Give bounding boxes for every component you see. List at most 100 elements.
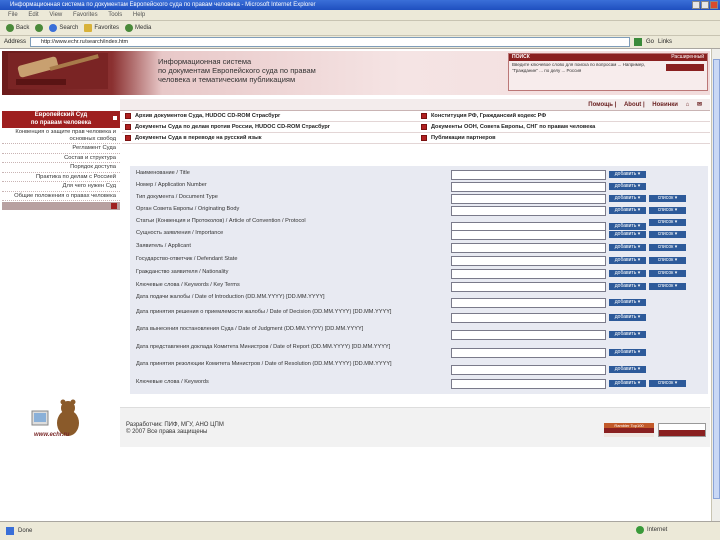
list-button[interactable]: список ▾ [649, 257, 686, 264]
check-russia-cases[interactable]: Документы Суда по делам против России, H… [122, 122, 418, 133]
sidebar-item-practice[interactable]: Практика по делам с Россией [2, 173, 120, 182]
form-field-input[interactable] [451, 313, 606, 323]
go-label[interactable]: Go [646, 39, 654, 45]
add-button[interactable]: добавить ▾ [609, 257, 646, 264]
checkbox-icon[interactable] [125, 124, 131, 130]
add-button[interactable]: добавить ▾ [609, 223, 646, 230]
add-button[interactable]: добавить ▾ [609, 171, 646, 178]
add-button[interactable]: добавить ▾ [609, 244, 646, 251]
media-toolbar-button[interactable]: Media [125, 24, 151, 32]
page-viewport: Информационная система по документам Евр… [0, 49, 711, 521]
menu-view[interactable]: View [49, 12, 62, 18]
form-field-input[interactable] [451, 256, 606, 266]
sidebar-toggle-icon[interactable] [112, 115, 118, 121]
add-button[interactable]: добавить ▾ [609, 183, 646, 190]
gavel-icon [8, 53, 108, 89]
sidebar-header[interactable]: Европейский Суд по правам человека [2, 111, 120, 128]
form-field-input[interactable] [451, 365, 606, 375]
add-button[interactable]: добавить ▾ [609, 299, 646, 306]
check-constitution[interactable]: Конституция РФ, Гражданский кодекс РФ [418, 111, 710, 122]
sidebar-item-purpose[interactable]: Для чего нужен Суд [2, 182, 120, 192]
mail-icon[interactable]: ✉ [697, 102, 702, 108]
list-button[interactable]: список ▾ [649, 380, 686, 387]
form-field-input[interactable] [451, 194, 606, 204]
back-button[interactable]: Back [6, 24, 29, 32]
form-field-input[interactable] [451, 282, 606, 292]
search-toolbar-button[interactable]: Search [49, 24, 78, 32]
nav-help[interactable]: Помощь [588, 102, 613, 108]
menu-tools[interactable]: Tools [108, 12, 122, 18]
favorites-toolbar-button[interactable]: Favorites [84, 24, 119, 32]
add-button[interactable]: добавить ▾ [609, 231, 646, 238]
form-field-input[interactable] [451, 269, 606, 279]
check-hudoc-archive[interactable]: Архив документов Суда, HUDOC CD-ROM Стра… [122, 111, 418, 122]
counter-badge[interactable] [658, 423, 706, 437]
rambler-counter[interactable]: Rambler Top100 [604, 423, 654, 437]
list-button[interactable]: список ▾ [649, 219, 686, 226]
form-field-input[interactable] [451, 182, 606, 192]
checkbox-icon[interactable] [125, 113, 131, 119]
form-field-label: Орган Совета Европы / Originating Body [136, 206, 240, 212]
add-button[interactable]: добавить ▾ [609, 380, 646, 387]
list-button[interactable]: список ▾ [649, 283, 686, 290]
checkbox-icon[interactable] [125, 135, 131, 141]
form-field-input[interactable] [451, 170, 606, 180]
form-field-input[interactable] [451, 243, 606, 253]
add-button[interactable]: добавить ▾ [609, 207, 646, 214]
add-button[interactable]: добавить ▾ [609, 314, 646, 321]
form-field-label: Тип документа / Document Type [136, 194, 218, 200]
list-button[interactable]: список ▾ [649, 207, 686, 214]
check-partner-publications[interactable]: Публикации партнеров [418, 133, 710, 144]
home-icon[interactable]: ⌂ [686, 102, 690, 108]
scrollbar-thumb[interactable] [713, 59, 720, 499]
list-button[interactable]: список ▾ [649, 195, 686, 202]
form-field-input[interactable] [451, 230, 606, 240]
list-button[interactable]: список ▾ [649, 244, 686, 251]
sidebar-item-access[interactable]: Порядок доступа [2, 163, 120, 173]
form-field-label: Государство-ответчик / Defendant State [136, 256, 238, 262]
add-button[interactable]: добавить ▾ [609, 283, 646, 290]
form-field-input[interactable] [451, 206, 606, 216]
check-translations[interactable]: Документы Суда в переводе на русский язы… [122, 133, 418, 144]
close-button[interactable] [710, 1, 718, 9]
menu-help[interactable]: Help [133, 12, 145, 18]
search-box-title: ПОИСК Расширенный [509, 54, 707, 61]
forward-button[interactable] [35, 24, 44, 32]
menu-file[interactable]: File [8, 12, 18, 18]
list-button[interactable]: список ▾ [649, 270, 686, 277]
form-field-input[interactable] [451, 330, 606, 340]
vertical-scrollbar[interactable] [711, 49, 720, 521]
sidebar-foot-icon[interactable] [111, 203, 117, 209]
checkbox-icon[interactable] [421, 135, 427, 141]
list-button[interactable]: список ▾ [649, 231, 686, 238]
checkbox-icon[interactable] [421, 113, 427, 119]
nav-news[interactable]: Новинки [652, 102, 678, 108]
form-field-label: Дата принятия решения о приемлемости жал… [136, 309, 392, 315]
checkbox-icon[interactable] [421, 124, 427, 130]
left-sidebar: Европейский Суд по правам человека Конве… [2, 111, 120, 210]
sidebar-item-convention[interactable]: Конвенция о защите прав человека и основ… [2, 128, 120, 144]
nav-about[interactable]: About [624, 102, 641, 108]
sidebar-item-rules[interactable]: Регламент Суда [2, 144, 120, 154]
address-input[interactable]: http://www.echr.ru/search/index.htm [30, 37, 631, 47]
minimize-button[interactable] [692, 1, 700, 9]
maximize-button[interactable] [701, 1, 709, 9]
search-submit-button[interactable] [666, 64, 704, 71]
check-un-documents[interactable]: Документы ООН, Совета Европы, СНГ по пра… [418, 122, 710, 133]
menu-favorites[interactable]: Favorites [73, 12, 98, 18]
menu-edit[interactable]: Edit [28, 12, 38, 18]
form-field-input[interactable] [451, 298, 606, 308]
sidebar-item-structure[interactable]: Состав и структура [2, 154, 120, 163]
window-buttons[interactable] [692, 1, 718, 9]
sidebar-item-general[interactable]: Общие положения о правах человека [2, 192, 120, 201]
add-button[interactable]: добавить ▾ [609, 195, 646, 202]
form-field-input[interactable] [451, 379, 606, 389]
links-label[interactable]: Links [658, 39, 672, 45]
add-button[interactable]: добавить ▾ [609, 331, 646, 338]
form-field-input[interactable] [451, 348, 606, 358]
go-button[interactable] [634, 38, 643, 46]
add-button[interactable]: добавить ▾ [609, 270, 646, 277]
add-button[interactable]: добавить ▾ [609, 349, 646, 356]
advanced-search-link[interactable]: Расширенный [671, 54, 704, 61]
add-button[interactable]: добавить ▾ [609, 366, 646, 373]
